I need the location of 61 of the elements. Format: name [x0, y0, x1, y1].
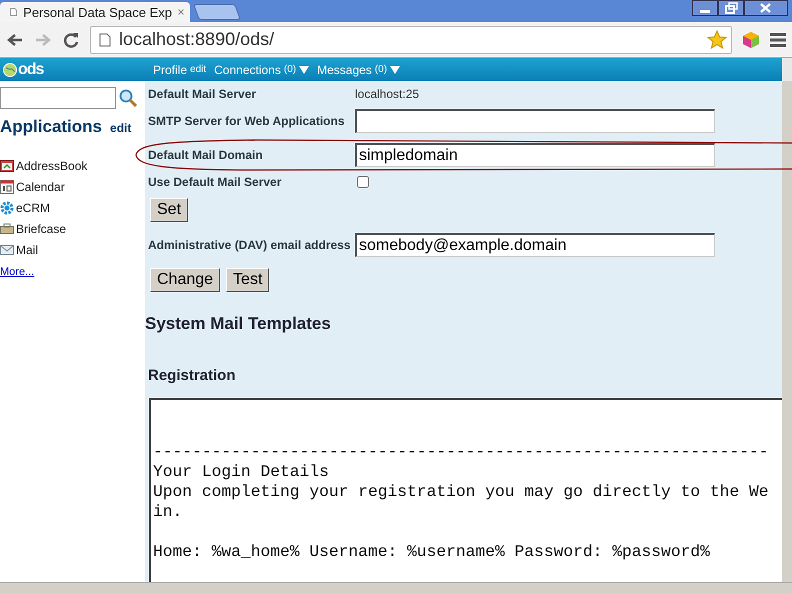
star-icon[interactable]	[707, 30, 727, 49]
app-link[interactable]: AddressBook	[16, 158, 88, 172]
form-button[interactable]: Set	[150, 198, 188, 222]
template-text-line: Upon completing your registration you may go directly to the We	[153, 482, 770, 502]
back-arrow-icon[interactable]	[6, 32, 24, 48]
form-button[interactable]: Test	[226, 268, 270, 292]
search-icon[interactable]	[119, 89, 137, 107]
subsection-heading: Registration	[148, 367, 237, 384]
menu-icon[interactable]	[770, 32, 786, 46]
reload-icon[interactable]	[62, 30, 80, 48]
page-icon	[10, 5, 18, 19]
address-bar[interactable]: localhost:8890/ods/	[90, 26, 732, 54]
edit-link[interactable]: edit	[190, 64, 206, 75]
sidebar-heading: Applications	[0, 117, 102, 137]
gear-icon	[0, 200, 14, 214]
minimize-icon[interactable]	[692, 0, 718, 16]
template-text-line: in.	[153, 502, 184, 522]
vertical-scrollbar[interactable]	[782, 81, 792, 582]
new-tab-button[interactable]	[193, 4, 241, 20]
cube-icon[interactable]	[742, 30, 760, 48]
more-link[interactable]: More...	[0, 266, 145, 278]
count-label: (0)	[374, 64, 388, 75]
dropdown-caret-icon[interactable]	[390, 66, 400, 74]
close-icon[interactable]	[744, 0, 788, 16]
field-label: Use Default Mail Server	[148, 175, 282, 189]
field-label: SMTP Server for Web Applications	[148, 114, 346, 128]
search-field[interactable]	[0, 87, 116, 109]
template-text-area[interactable]	[149, 398, 782, 582]
page-icon	[99, 32, 111, 46]
field-label: Default Mail Domain	[148, 148, 264, 162]
logo-text: ods	[18, 60, 44, 78]
text-field[interactable]	[355, 109, 715, 133]
count-label: (0)	[284, 64, 296, 75]
nav-link[interactable]: Messages	[317, 62, 372, 76]
url-text: localhost:8890/ods/	[119, 29, 274, 50]
section-heading: System Mail Templates	[145, 314, 332, 334]
template-text-line: Your Login Details	[153, 462, 330, 482]
briefcase-icon	[0, 222, 14, 236]
text-field[interactable]: somebody@example.domain	[355, 233, 715, 257]
field-label: Default Mail Server	[148, 87, 258, 101]
app-link[interactable]: Calendar	[16, 180, 65, 194]
app-link[interactable]: Mail	[16, 242, 38, 256]
template-text-line: Home: %wa_home% Username: %username% Password: %password%	[153, 542, 711, 562]
app-link[interactable]: Briefcase	[16, 222, 66, 236]
browser-tab[interactable]: Personal Data Space Exp	[0, 2, 190, 22]
template-text-line: ---------------------------------------------------------------	[153, 442, 770, 462]
app-link[interactable]: eCRM	[16, 200, 50, 214]
address-book-icon	[0, 158, 14, 172]
horizontal-scrollbar[interactable]	[0, 582, 792, 594]
edit-link[interactable]: edit	[110, 121, 132, 135]
field-label: Administrative (DAV) email address	[148, 238, 352, 252]
nav-link[interactable]: Profile	[153, 62, 188, 76]
dropdown-caret-icon[interactable]	[299, 66, 310, 74]
restore-icon[interactable]	[718, 0, 744, 16]
form-button[interactable]: Change	[150, 268, 220, 292]
nav-link[interactable]: Connections	[214, 62, 281, 76]
checkbox[interactable]	[357, 176, 369, 188]
envelope-icon	[0, 242, 14, 256]
globe-icon	[3, 62, 17, 76]
field-value: localhost:25	[355, 87, 420, 101]
text-field[interactable]: simpledomain	[355, 143, 715, 167]
